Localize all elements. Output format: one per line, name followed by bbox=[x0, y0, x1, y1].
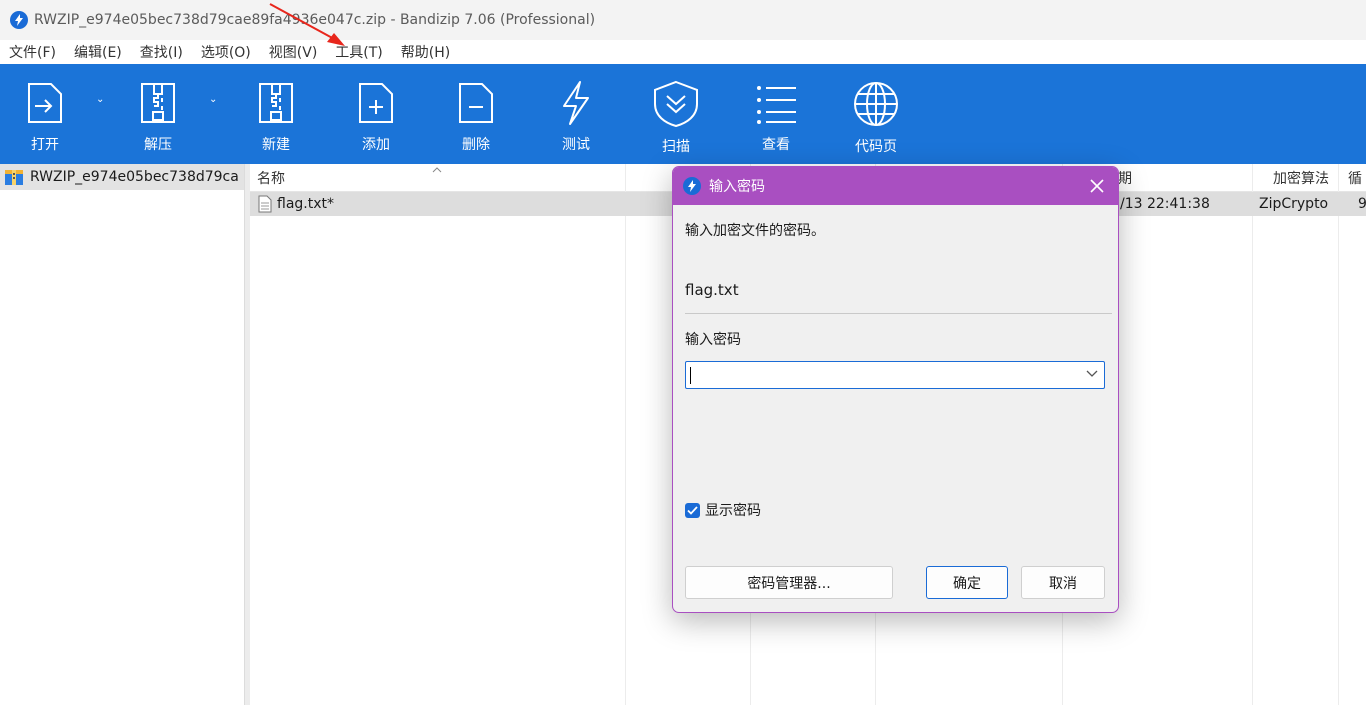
ok-button[interactable]: 确定 bbox=[926, 566, 1008, 599]
zip-archive-icon bbox=[5, 170, 23, 185]
password-dialog: 输入密码 输入加密文件的密码。 flag.txt 输入密码 显示密码 密码管理器… bbox=[672, 166, 1119, 613]
column-header-modified[interactable]: 期 bbox=[1118, 164, 1158, 192]
codepage-button[interactable]: 代码页 bbox=[831, 64, 921, 164]
globe-icon bbox=[854, 82, 898, 126]
tree-item-archive-root[interactable]: RWZIP_e974e05bec738d79ca bbox=[0, 164, 244, 190]
delete-button[interactable]: 删除 bbox=[431, 64, 521, 164]
cancel-button[interactable]: 取消 bbox=[1021, 566, 1105, 599]
folder-tree: RWZIP_e974e05bec738d79ca bbox=[0, 164, 245, 705]
delete-label: 删除 bbox=[462, 137, 490, 153]
extract-label: 解压 bbox=[144, 137, 172, 153]
extract-button[interactable]: 解压 bbox=[113, 64, 203, 164]
file-encryption-cell: ZipCrypto bbox=[1259, 196, 1329, 212]
scan-button[interactable]: 扫描 bbox=[631, 64, 721, 164]
menu-options[interactable]: 选项(O) bbox=[192, 42, 260, 62]
close-icon[interactable] bbox=[1088, 177, 1106, 195]
encrypted-file-name: flag.txt bbox=[685, 281, 739, 299]
new-label: 新建 bbox=[262, 137, 290, 153]
column-divider bbox=[1338, 164, 1339, 705]
column-header-encryption[interactable]: 加密算法 bbox=[1273, 164, 1335, 192]
dialog-title: 输入密码 bbox=[709, 179, 765, 195]
codepage-label: 代码页 bbox=[855, 139, 897, 155]
menu-help[interactable]: 帮助(H) bbox=[392, 42, 459, 62]
menu-tools[interactable]: 工具(T) bbox=[326, 42, 391, 62]
window-title: RWZIP_e974e05bec738d79cae89fa4936e047c.z… bbox=[34, 12, 596, 28]
text-caret bbox=[690, 367, 691, 384]
toolbar: 打开 ⌄ 解压 ⌄ 新建 添加 删除 测试 扫描 查看 代码页 bbox=[0, 64, 1366, 164]
file-crc-cell: 9 bbox=[1358, 196, 1366, 212]
password-label: 输入密码 bbox=[685, 332, 741, 348]
scan-label: 扫描 bbox=[662, 139, 690, 155]
menu-view[interactable]: 视图(V) bbox=[260, 42, 327, 62]
list-icon bbox=[757, 86, 796, 124]
lightning-icon bbox=[563, 81, 589, 125]
test-label: 测试 bbox=[562, 137, 590, 153]
extract-dropdown-chevron-icon[interactable]: ⌄ bbox=[209, 94, 217, 105]
delete-file-icon bbox=[459, 83, 493, 123]
sort-ascending-icon bbox=[432, 167, 442, 173]
file-name-cell: flag.txt* bbox=[277, 196, 334, 212]
dialog-title-bar[interactable]: 输入密码 bbox=[673, 167, 1118, 205]
dialog-description: 输入加密文件的密码。 bbox=[685, 223, 825, 239]
open-button[interactable]: 打开 bbox=[0, 64, 90, 164]
open-label: 打开 bbox=[31, 137, 59, 153]
show-password-label: 显示密码 bbox=[705, 503, 761, 519]
new-button[interactable]: 新建 bbox=[231, 64, 321, 164]
open-dropdown-chevron-icon[interactable]: ⌄ bbox=[96, 94, 104, 105]
text-file-icon bbox=[258, 195, 272, 213]
add-file-icon bbox=[359, 83, 393, 123]
view-label: 查看 bbox=[762, 137, 790, 153]
show-password-checkbox[interactable]: 显示密码 bbox=[685, 500, 761, 520]
new-archive-icon bbox=[259, 83, 293, 123]
menu-find[interactable]: 查找(I) bbox=[131, 42, 192, 62]
column-divider bbox=[625, 164, 626, 705]
menu-edit[interactable]: 编辑(E) bbox=[65, 42, 131, 62]
column-header-crc[interactable]: 循 bbox=[1348, 164, 1366, 192]
title-bar: RWZIP_e974e05bec738d79cae89fa4936e047c.z… bbox=[0, 0, 1366, 40]
tree-item-label: RWZIP_e974e05bec738d79ca bbox=[30, 169, 239, 185]
test-button[interactable]: 测试 bbox=[531, 64, 621, 164]
column-divider bbox=[1252, 164, 1253, 705]
checkbox-checked-icon[interactable] bbox=[685, 502, 700, 518]
file-modified-cell: /13 22:41:38 bbox=[1120, 196, 1210, 212]
password-combobox[interactable] bbox=[685, 361, 1105, 389]
view-button[interactable]: 查看 bbox=[731, 64, 821, 164]
divider bbox=[685, 313, 1112, 314]
shield-icon bbox=[654, 80, 698, 128]
bandizip-app-icon bbox=[10, 11, 28, 29]
add-button[interactable]: 添加 bbox=[331, 64, 421, 164]
add-label: 添加 bbox=[362, 137, 390, 153]
menu-file[interactable]: 文件(F) bbox=[0, 42, 65, 62]
chevron-down-icon[interactable] bbox=[1086, 370, 1098, 378]
password-input[interactable] bbox=[690, 365, 1070, 385]
menu-bar: 文件(F) 编辑(E) 查找(I) 选项(O) 视图(V) 工具(T) 帮助(H… bbox=[0, 40, 1366, 64]
password-manager-button[interactable]: 密码管理器... bbox=[685, 566, 893, 599]
extract-zip-icon bbox=[141, 83, 175, 123]
bandizip-app-icon bbox=[683, 177, 701, 195]
open-icon bbox=[28, 83, 62, 123]
